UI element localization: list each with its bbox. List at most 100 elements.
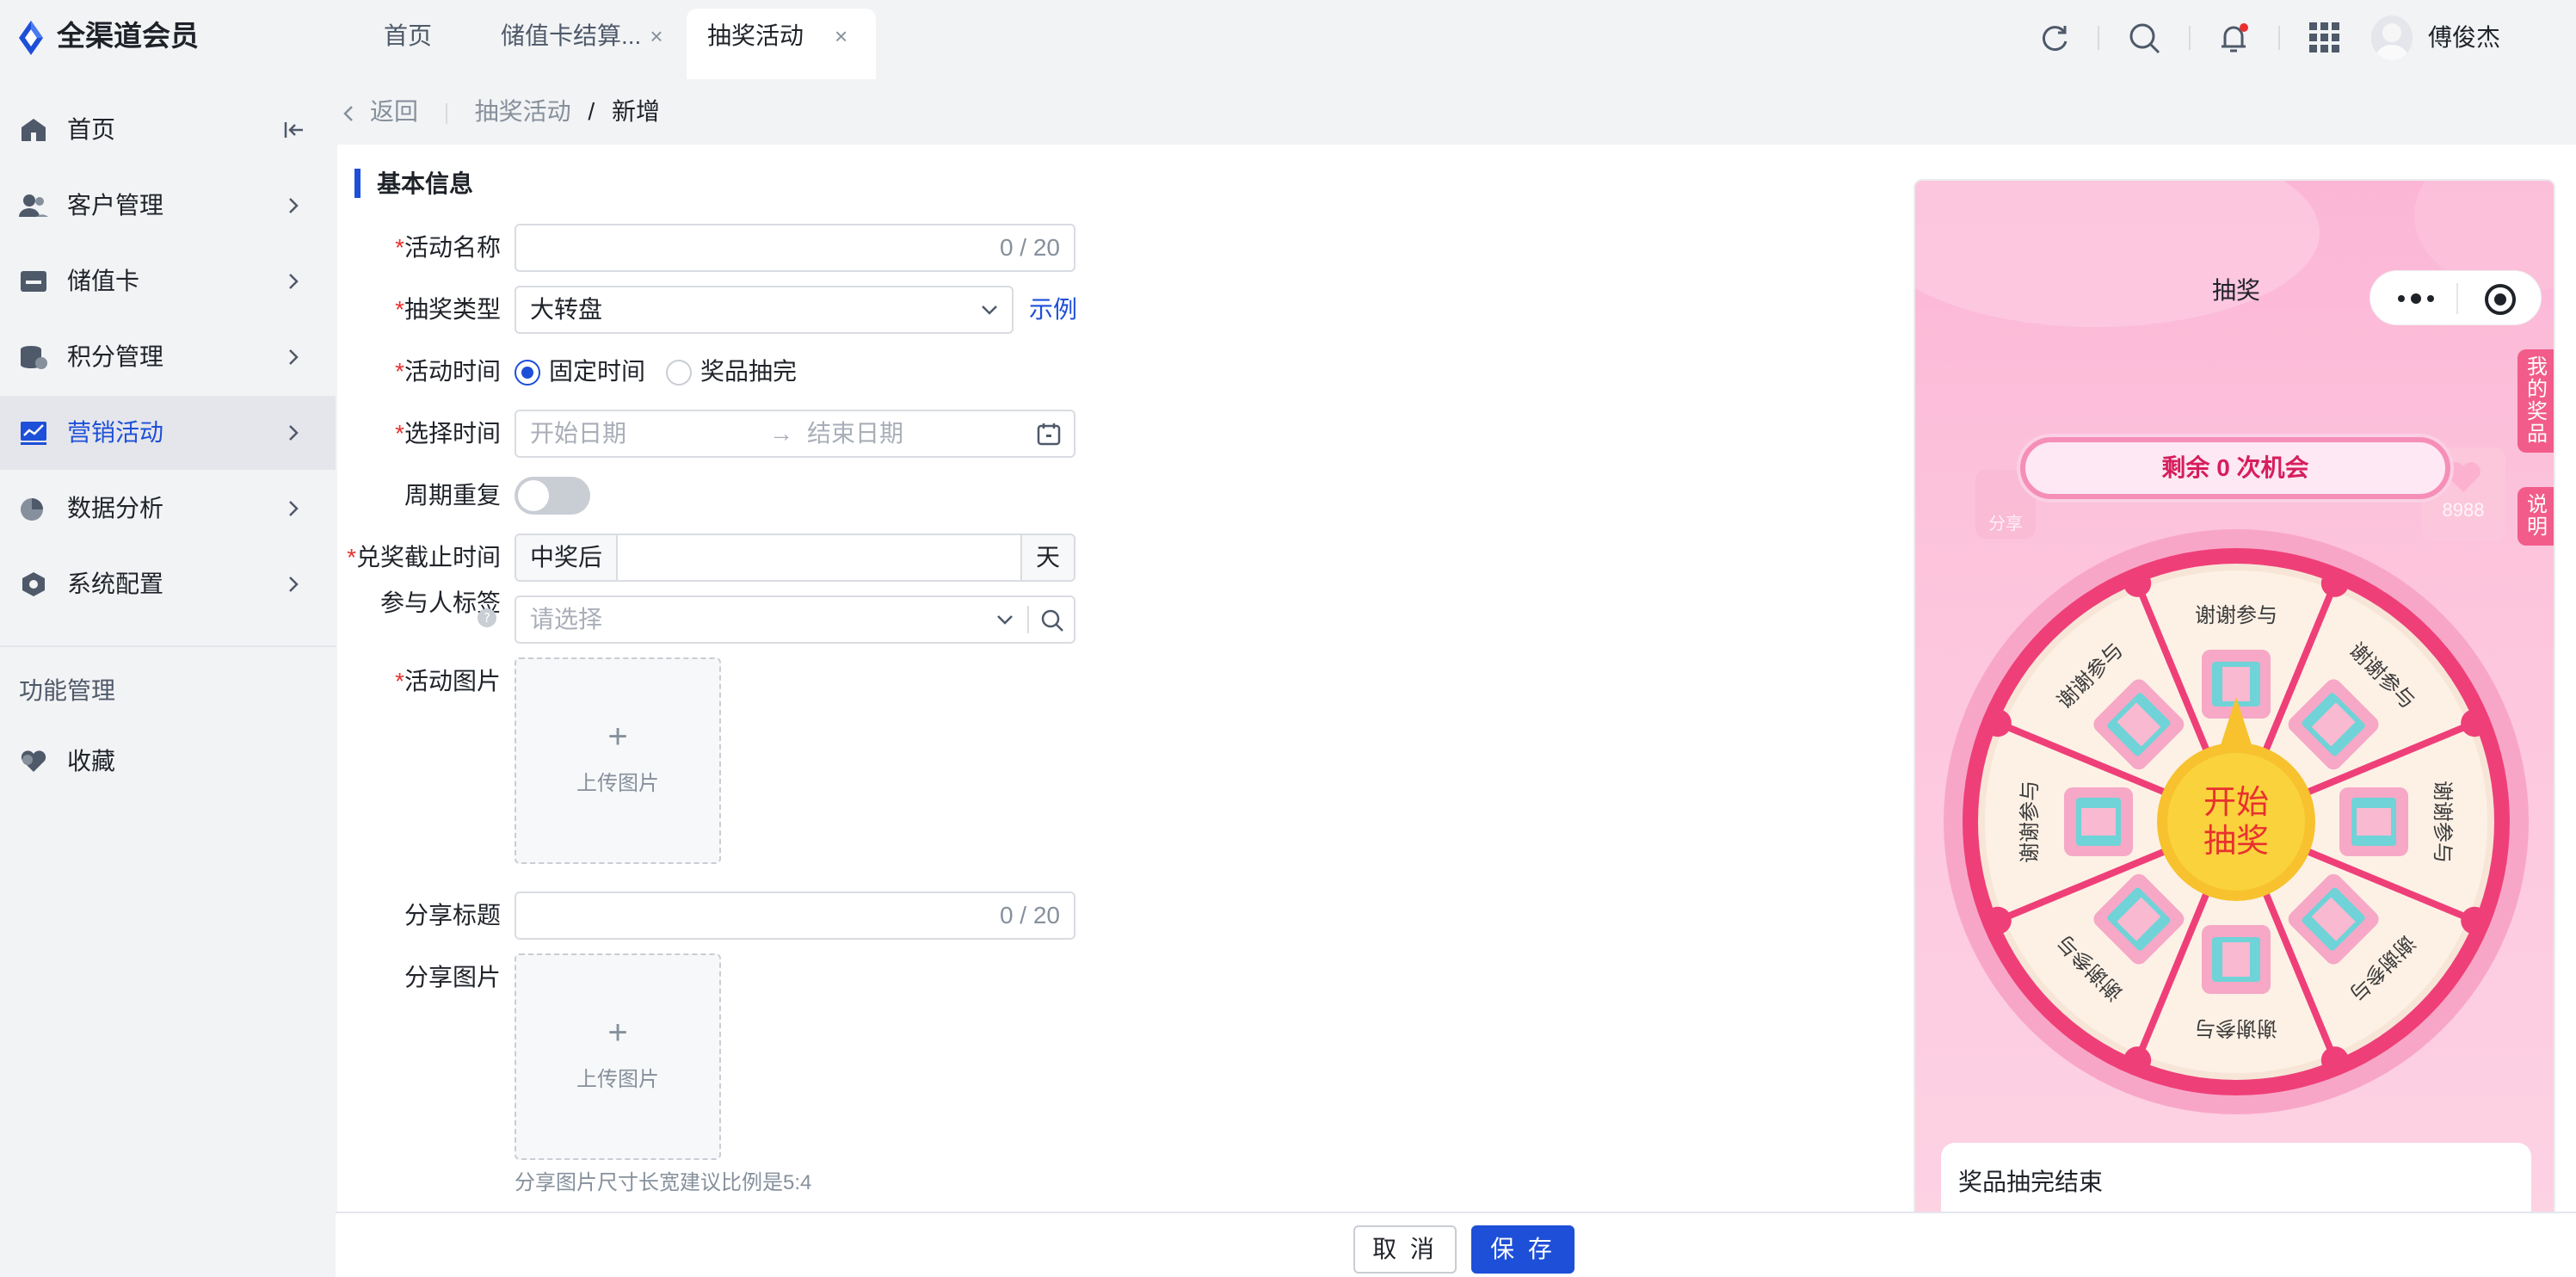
search-icon[interactable] — [2125, 19, 2163, 57]
sidebar-item-system-config[interactable]: 系统配置 — [0, 547, 336, 621]
tab-label: 储值卡结算... — [501, 22, 642, 49]
heart-icon — [21, 750, 46, 772]
close-target-icon[interactable] — [2484, 283, 2517, 316]
sidebar-item-marketing[interactable]: 营销活动 — [0, 396, 336, 470]
sidebar-item-home[interactable]: 首页 — [0, 93, 336, 167]
required-mark: * — [395, 358, 404, 385]
end-date-input[interactable]: 结束日期 — [807, 411, 903, 456]
required-mark: * — [395, 420, 404, 447]
label-text: 活动名称 — [404, 234, 501, 261]
svg-text:?: ? — [484, 610, 490, 626]
share-title-input[interactable]: 0 / 20 — [515, 891, 1075, 940]
required-mark: * — [347, 544, 356, 571]
chevron-down-icon — [982, 305, 997, 315]
chevron-right-icon — [289, 425, 299, 441]
char-counter: 0 / 20 — [999, 902, 1060, 928]
tab-lottery-activity[interactable]: 抽奖活动 × — [687, 9, 876, 79]
repeat-toggle[interactable] — [515, 477, 590, 515]
field-label-redeem-deadline: *兑奖截止时间 — [329, 535, 501, 580]
breadcrumb-parent[interactable]: 抽奖活动 — [475, 98, 571, 125]
activity-name-input[interactable]: 0 / 20 — [515, 224, 1075, 272]
tab-home[interactable]: 首页 — [384, 9, 432, 79]
gift-box-ribbon — [2222, 667, 2250, 701]
bell-icon[interactable] — [2215, 19, 2252, 57]
chevron-down-icon — [997, 615, 1013, 625]
rim-light — [1983, 709, 2012, 737]
breadcrumb-separator: / — [588, 98, 595, 125]
radio-label[interactable]: 奖品抽完 — [700, 349, 797, 394]
share-image-hint: 分享图片尺寸长宽建议比例是5:4 — [515, 1171, 812, 1194]
apps-grid-icon[interactable] — [2306, 19, 2344, 57]
breadcrumb-current: 新增 — [611, 98, 660, 125]
sidebar-item-label: 系统配置 — [67, 571, 164, 597]
avatar[interactable] — [2371, 15, 2413, 60]
sidebar-section-label: 功能管理 — [19, 677, 116, 704]
sidebar-item-label: 数据分析 — [67, 495, 164, 521]
sidebar-item-customers[interactable]: 客户管理 — [0, 169, 336, 243]
example-link[interactable]: 示例 — [1029, 287, 1077, 332]
settings-icon — [22, 572, 45, 596]
collapse-sidebar-icon[interactable] — [284, 120, 306, 139]
back-link[interactable]: 返回 — [370, 98, 418, 125]
sidebar-item-favorites[interactable]: 收藏 — [0, 725, 336, 799]
lottery-type-select[interactable]: 大转盘 — [515, 286, 1014, 334]
participant-tags-select[interactable]: 请选择 — [515, 595, 1075, 644]
start-draw-text-line2[interactable]: 抽奖 — [2203, 822, 2269, 860]
miniprogram-capsule[interactable] — [2370, 270, 2542, 325]
chevron-right-icon — [289, 501, 299, 516]
divider — [1027, 606, 1029, 633]
redeem-deadline-input[interactable]: 中奖后 天 — [515, 534, 1075, 582]
cancel-button[interactable]: 取 消 — [1353, 1225, 1457, 1274]
more-icon[interactable] — [2396, 290, 2436, 307]
sidebar-item-label: 客户管理 — [67, 192, 164, 219]
start-draw-text-line1[interactable]: 开始 — [2203, 783, 2269, 821]
pie-chart-icon — [21, 498, 43, 521]
gift-box-ribbon — [2357, 808, 2391, 836]
sidebar-item-stored-card[interactable]: 储值卡 — [0, 244, 336, 318]
lottery-wheel[interactable]: 谢谢参与谢谢参与谢谢参与谢谢参与谢谢参与谢谢参与谢谢参与谢谢参与 开始 抽奖 — [1939, 525, 2533, 1119]
label-text: 周期重复 — [404, 482, 501, 509]
my-prizes-tab[interactable]: 我的奖品 — [2517, 349, 2554, 453]
rim-light — [1983, 906, 2012, 935]
chevron-right-icon — [289, 349, 299, 365]
section-title: 基本信息 — [377, 170, 474, 197]
required-mark: * — [395, 234, 404, 261]
save-button[interactable]: 保 存 — [1471, 1225, 1575, 1274]
chart-icon — [21, 422, 46, 445]
close-icon[interactable]: × — [650, 23, 662, 49]
rim-light — [2461, 906, 2489, 935]
chevron-right-icon — [289, 274, 299, 289]
sidebar-item-label: 首页 — [67, 116, 116, 143]
help-icon[interactable]: ? — [477, 608, 497, 628]
wheel-segment: 谢谢参与 — [2018, 780, 2133, 863]
chevron-left-icon[interactable] — [341, 104, 358, 123]
sidebar-item-label: 储值卡 — [67, 268, 140, 294]
users-icon — [19, 194, 48, 217]
radio-fixed-time[interactable] — [515, 360, 540, 386]
radio-prizes-exhausted[interactable] — [666, 360, 692, 386]
required-mark: * — [395, 296, 404, 323]
tab-stored-card-settlement[interactable]: 储值卡结算... × — [501, 9, 663, 79]
divider — [2189, 26, 2191, 50]
toggle-knob — [518, 480, 549, 511]
label-text: 分享标题 — [404, 902, 501, 928]
share-image-upload[interactable]: + 上传图片 — [515, 953, 721, 1160]
calendar-icon[interactable] — [1036, 422, 1062, 447]
search-icon[interactable] — [1039, 608, 1065, 633]
sidebar-item-label: 收藏 — [67, 748, 116, 774]
sidebar-item-analytics[interactable]: 数据分析 — [0, 472, 336, 546]
label-text: 抽奖类型 — [404, 296, 501, 323]
date-range-picker[interactable]: 开始日期 → 结束日期 — [515, 410, 1075, 458]
user-name[interactable]: 傅俊杰 — [2428, 19, 2500, 57]
radio-label[interactable]: 固定时间 — [549, 349, 645, 394]
close-icon[interactable]: × — [835, 23, 847, 49]
refresh-icon[interactable] — [2036, 19, 2074, 57]
rim-light — [2320, 1046, 2349, 1075]
rim-light — [2461, 709, 2489, 737]
sidebar-item-points[interactable]: 积分管理 — [0, 320, 336, 394]
divider — [2278, 26, 2280, 50]
label-text: 兑奖截止时间 — [355, 544, 501, 571]
field-label-share-title: 分享标题 — [329, 893, 501, 938]
start-date-input[interactable]: 开始日期 — [530, 411, 626, 456]
activity-image-upload[interactable]: + 上传图片 — [515, 657, 721, 864]
